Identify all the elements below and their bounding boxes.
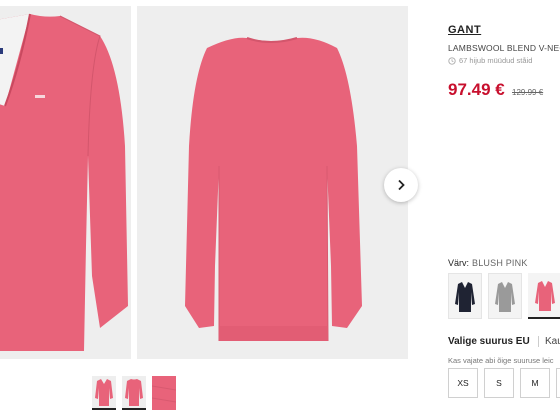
size-help-text: Kas vajate abi õige suuruse leic	[448, 356, 554, 365]
next-image-button[interactable]	[384, 168, 418, 202]
sweater-pink-image	[535, 281, 555, 311]
chevron-right-icon	[398, 179, 405, 191]
thumbnail-detail[interactable]	[152, 376, 176, 410]
sold-count: 67 hijub müüdud ståid	[448, 56, 532, 65]
color-swatch-blush-pink[interactable]	[528, 273, 560, 319]
product-photo-front[interactable]	[0, 6, 131, 359]
thumbnail-front-image	[95, 379, 113, 406]
size-option-next[interactable]	[556, 368, 560, 398]
size-option-m[interactable]: M	[520, 368, 550, 398]
product-photo-back[interactable]	[137, 6, 408, 359]
size-guide-link[interactable]: Kaub	[538, 336, 560, 347]
color-swatch-navy[interactable]	[448, 273, 482, 319]
size-option-s[interactable]: S	[484, 368, 514, 398]
thumbnail-detail-image	[152, 385, 176, 403]
original-price: 129.99 €	[512, 88, 544, 97]
brand-link[interactable]: GANT	[448, 24, 481, 36]
clock-icon	[448, 56, 456, 65]
sweater-back-image	[185, 37, 362, 342]
color-value: BLUSH PINK	[472, 258, 528, 268]
color-label: Värv: BLUSH PINK	[448, 258, 528, 268]
product-title: LAMBSWOOL BLEND V-NECK	[448, 43, 560, 53]
thumbnail-front[interactable]	[92, 376, 116, 410]
size-option-xs[interactable]: XS	[448, 368, 478, 398]
sweater-grey-image	[495, 282, 515, 312]
color-label-text: Värv:	[448, 258, 470, 268]
current-price: 97.49 €	[448, 80, 505, 99]
thumbnail-back[interactable]	[122, 376, 146, 410]
sweater-navy-image	[455, 282, 475, 312]
sold-count-text: 67 hijub müüdud ståid	[459, 56, 533, 65]
sweater-front-image	[0, 13, 128, 351]
color-swatch-grey[interactable]	[488, 273, 522, 319]
size-heading: Valige suurus EU	[448, 336, 530, 347]
thumbnail-back-image	[125, 379, 143, 406]
